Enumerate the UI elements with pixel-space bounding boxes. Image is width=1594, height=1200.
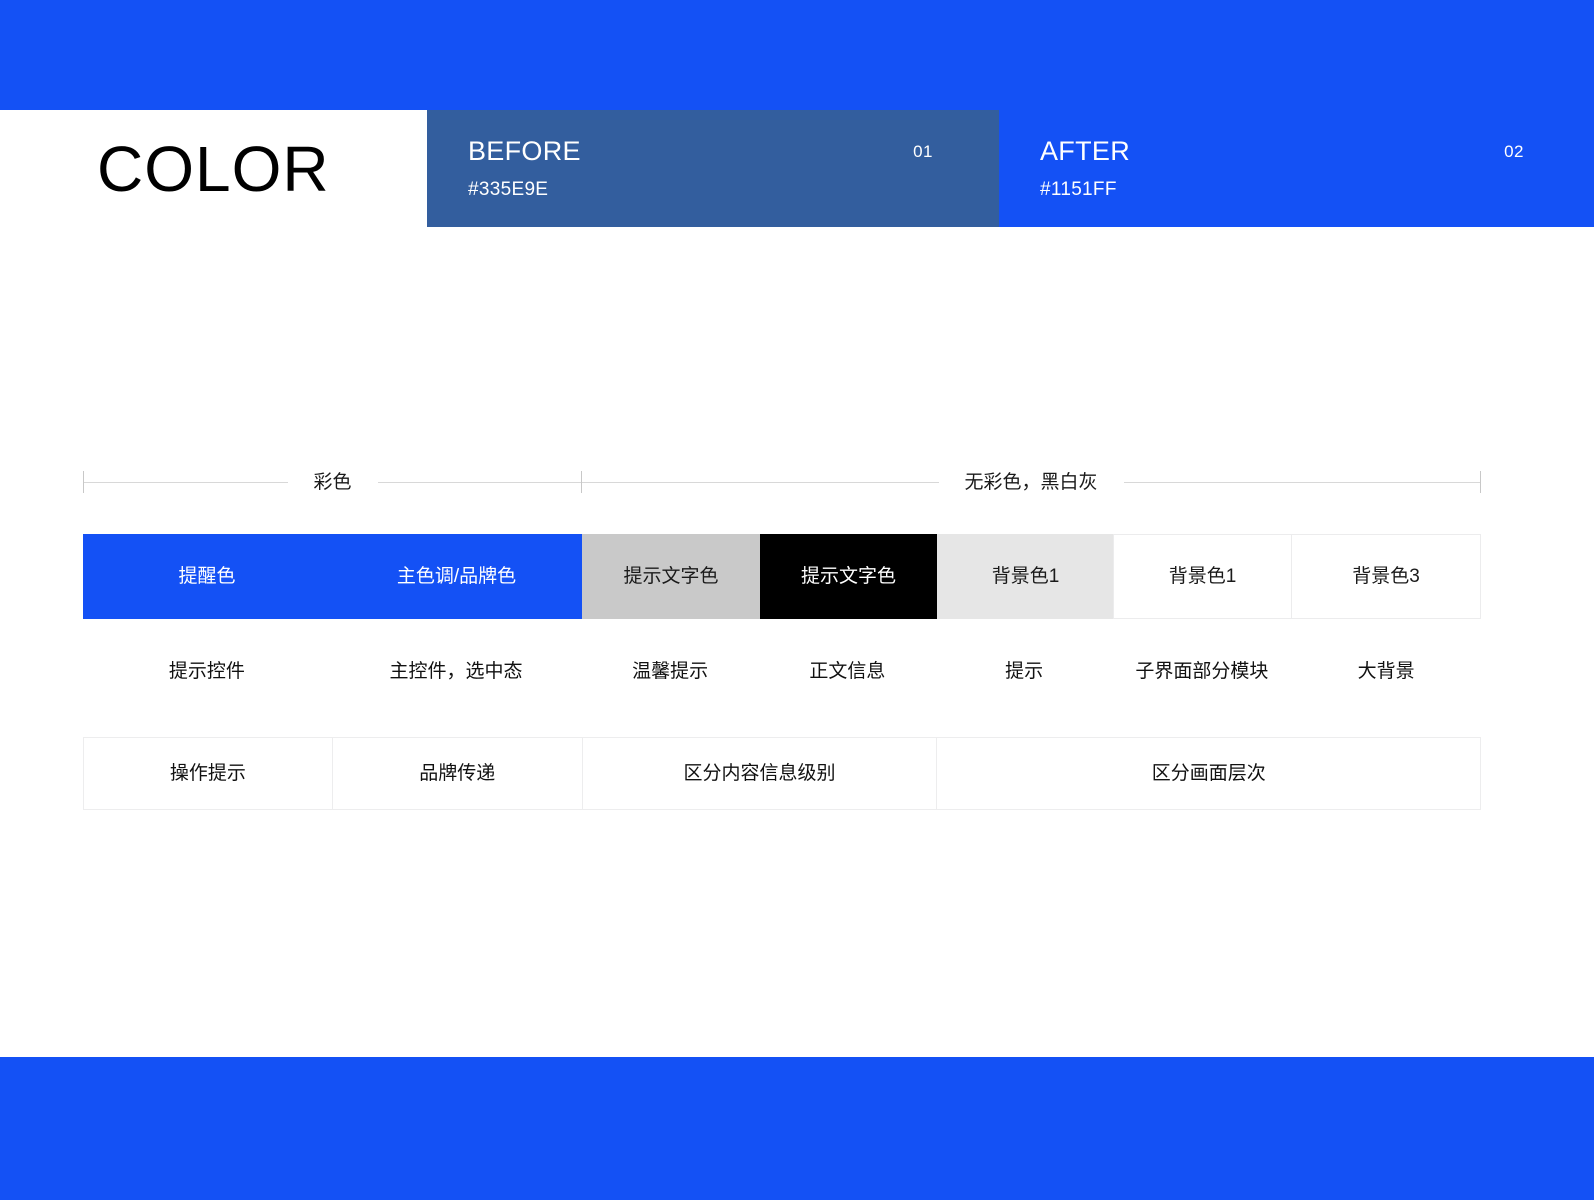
header-strip: COLOR BEFORE #335E9E 01 AFTER #1151FF 02 [0, 110, 1594, 227]
color-swatch-label: 提示文字色 [623, 566, 719, 587]
category-bracket-row: 彩色 无彩色，黑白灰 [83, 462, 1482, 502]
bracket-rule [377, 481, 582, 483]
color-swatch-label: 主色调/品牌色 [396, 566, 517, 587]
color-swatch-label: 背景色1 [1168, 566, 1237, 587]
title-cell: COLOR [0, 110, 427, 227]
usage-cell: 大背景 [1357, 660, 1415, 682]
usage-cell: 温馨提示 [632, 660, 709, 682]
color-swatch[interactable]: 提醒色 [83, 534, 331, 619]
palette-swatch-strip: 提醒色 主色调/品牌色 提示文字色 提示文字色 背景色1 背景色1 背景色3 [83, 534, 1481, 619]
bracket-rule [84, 481, 288, 483]
category-label-chromatic: 彩色 [313, 471, 352, 493]
palette-usage-row: 提示控件 主控件，选中态 温馨提示 正文信息 提示 子界面部分模块 大背景 [83, 640, 1481, 702]
header-swatch-before-index: 01 [913, 142, 933, 161]
bracket-rule [582, 481, 939, 483]
purpose-cell: 区分画面层次 [936, 737, 1482, 810]
category-bracket-achromatic: 无彩色，黑白灰 [582, 462, 1482, 502]
color-swatch[interactable]: 背景色1 [1113, 534, 1292, 619]
usage-cell: 提示控件 [168, 660, 245, 682]
category-label-achromatic: 无彩色，黑白灰 [964, 471, 1098, 493]
color-swatch-label: 提示文字色 [800, 566, 896, 587]
color-swatch[interactable]: 背景色3 [1291, 534, 1481, 619]
category-bracket-chromatic: 彩色 [83, 462, 583, 502]
color-swatch[interactable]: 提示文字色 [582, 534, 760, 619]
top-brand-band [0, 0, 1594, 110]
usage-cell: 正文信息 [809, 660, 886, 682]
header-swatch-before-hex: #335E9E [468, 179, 549, 201]
color-swatch[interactable]: 背景色1 [937, 534, 1114, 619]
usage-cell: 主控件，选中态 [389, 660, 523, 682]
usage-cell: 提示 [1005, 660, 1044, 682]
usage-cell: 子界面部分模块 [1135, 660, 1269, 682]
purpose-cell: 操作提示 [83, 737, 333, 810]
color-swatch[interactable]: 主色调/品牌色 [331, 534, 582, 619]
purpose-cell: 品牌传递 [331, 737, 583, 810]
header-swatch-after-hex: #1151FF [1040, 179, 1117, 201]
page-title: COLOR [97, 132, 330, 205]
bracket-rule [1123, 481, 1481, 483]
header-swatch-after-index: 02 [1504, 142, 1524, 161]
purpose-cell: 区分内容信息级别 [581, 737, 938, 810]
color-swatch-label: 背景色1 [991, 566, 1060, 587]
header-swatch-after[interactable]: AFTER #1151FF 02 [999, 110, 1594, 227]
color-swatch[interactable]: 提示文字色 [760, 534, 937, 619]
color-swatch-label: 提醒色 [178, 566, 236, 587]
bottom-brand-band [0, 1057, 1594, 1200]
palette-purpose-row: 操作提示 品牌传递 区分内容信息级别 区分画面层次 [83, 737, 1482, 810]
bracket-cap-icon [1480, 471, 1482, 493]
header-swatch-before[interactable]: BEFORE #335E9E 01 [427, 110, 999, 227]
color-swatch-label: 背景色3 [1352, 566, 1420, 587]
